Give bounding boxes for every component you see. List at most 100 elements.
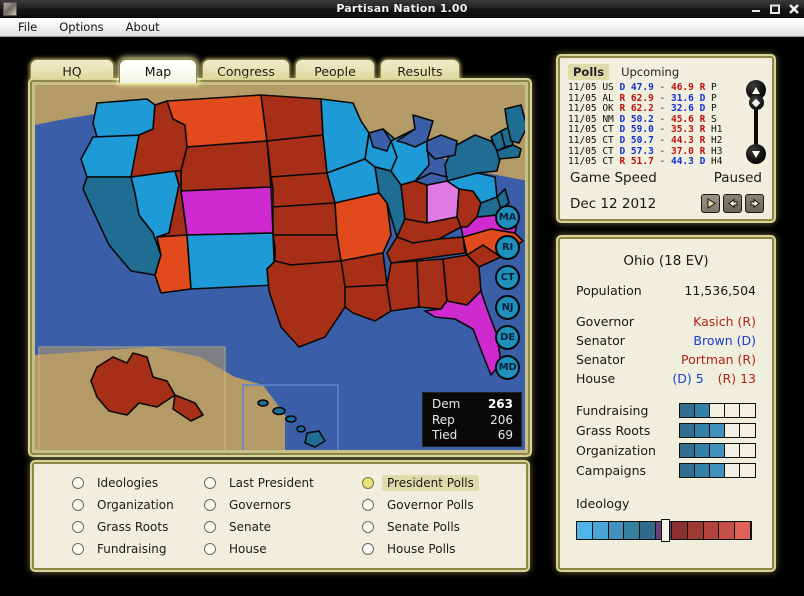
ideology-cell — [640, 522, 657, 539]
radio-icon — [72, 521, 84, 533]
option-label: Organization — [97, 498, 174, 512]
app-window: Partisan Nation 1.00 File Options About … — [0, 0, 804, 596]
close-icon[interactable] — [788, 3, 800, 15]
house-dem-value: (D) 5 — [672, 371, 704, 386]
meter-cell — [680, 403, 695, 417]
option-house-polls[interactable]: House Polls — [362, 539, 516, 560]
ideology-cell — [624, 522, 641, 539]
option-fundraising[interactable]: Fundraising — [72, 539, 204, 560]
meter-cell — [725, 403, 740, 417]
option-label: Grass Roots — [97, 520, 169, 534]
option-governors[interactable]: Governors — [204, 495, 362, 516]
option-grass-roots[interactable]: Grass Roots — [72, 517, 204, 538]
meter-bar — [679, 462, 756, 478]
option-senate[interactable]: Senate — [204, 517, 362, 538]
menu-options[interactable]: Options — [48, 18, 114, 36]
meter-bar — [679, 402, 756, 418]
ideology-cell — [592, 522, 609, 539]
option-senate-polls[interactable]: Senate Polls — [362, 517, 516, 538]
speed-down-icon[interactable] — [723, 194, 742, 213]
meter-cell — [695, 443, 710, 457]
window-title: Partisan Nation 1.00 — [336, 2, 468, 15]
meter-cell — [695, 463, 710, 477]
state-AZ — [154, 234, 192, 294]
state-circle-MA[interactable]: MA — [495, 205, 520, 230]
ideology-scale[interactable] — [576, 519, 752, 542]
tab-map[interactable]: Map — [119, 59, 197, 83]
scrollbar-thumb[interactable] — [748, 95, 764, 110]
polls-list[interactable]: 11/05 US D 47.9 - 46.9 R P 11/05 AL R 62.… — [568, 82, 734, 168]
meter-cell — [740, 403, 755, 417]
polls-tab-bar: Polls Upcoming — [568, 64, 764, 80]
ideology-cell — [671, 522, 688, 539]
house-values: (D) 5 (R) 13 — [672, 371, 756, 386]
senator-2-value: Portman (R) — [681, 352, 756, 367]
state-KS — [272, 202, 338, 236]
governor-label: Governor — [576, 314, 635, 329]
polls-tab-upcoming[interactable]: Upcoming — [616, 64, 684, 80]
ev-row-rep: Rep 206 — [432, 413, 513, 429]
scroll-down-icon[interactable] — [746, 144, 766, 164]
radio-icon — [204, 543, 216, 555]
ev-label-rep: Rep — [432, 412, 455, 427]
meter-row: Organization — [576, 440, 756, 460]
state-circle-RI[interactable]: RI — [495, 235, 520, 260]
ideology-label: Ideology — [576, 496, 630, 511]
menu-file[interactable]: File — [7, 18, 48, 36]
play-icon[interactable] — [701, 194, 720, 213]
meter-cell — [725, 423, 740, 437]
senator-1-label: Senator — [576, 333, 625, 348]
minimize-icon[interactable] — [750, 3, 762, 15]
meter-row: Grass Roots — [576, 420, 756, 440]
speed-up-icon[interactable] — [745, 194, 764, 213]
polls-scrollbar[interactable] — [746, 80, 766, 164]
option-president-polls[interactable]: President Polls — [362, 473, 516, 494]
option-label: Last President — [229, 476, 314, 490]
radio-icon — [72, 477, 84, 489]
state-WY — [180, 140, 272, 192]
meter-label: Organization — [576, 442, 656, 458]
option-label: Governor Polls — [387, 498, 474, 512]
senator-2-label: Senator — [576, 352, 625, 367]
senator-2-row: Senator Portman (R) — [576, 352, 756, 367]
options-columns: Ideologies Organization Grass Roots Fund… — [44, 472, 516, 560]
option-governor-polls[interactable]: Governor Polls — [362, 495, 516, 516]
meter-cell — [725, 443, 740, 457]
window-controls — [750, 2, 800, 16]
menu-bar: File Options About — [0, 18, 804, 37]
ideology-marker — [660, 519, 670, 542]
state-IN — [400, 180, 428, 224]
options-column-3: President Polls Governor Polls Senate Po… — [362, 472, 516, 560]
map-panel: MA RI CT NJ DE MD Dem 263 Rep 206 Tied 6… — [30, 80, 530, 455]
maximize-icon[interactable] — [769, 3, 781, 15]
state-meters: Fundraising Grass Roots Organization Campai… — [576, 400, 756, 480]
ev-value-rep: 206 — [490, 412, 513, 427]
state-circle-CT[interactable]: CT — [495, 265, 520, 290]
option-organization[interactable]: Organization — [72, 495, 204, 516]
state-circle-DE[interactable]: DE — [495, 325, 520, 350]
state-MS — [386, 260, 420, 312]
poll-row[interactable]: 11/05 CT R 51.7 - 44.3 D H4 — [568, 156, 734, 168]
senator-1-value: Brown (D) — [693, 333, 756, 348]
us-map[interactable]: MA RI CT NJ DE MD Dem 263 Rep 206 Tied 6… — [35, 85, 525, 450]
menu-about[interactable]: About — [115, 18, 171, 36]
state-circle-NJ[interactable]: NJ — [495, 295, 520, 320]
option-label: Ideologies — [97, 476, 159, 490]
state-ND — [260, 94, 324, 142]
option-ideologies[interactable]: Ideologies — [72, 473, 204, 494]
options-column-1: Ideologies Organization Grass Roots Fund… — [44, 472, 204, 560]
option-last-president[interactable]: Last President — [204, 473, 362, 494]
option-house[interactable]: House — [204, 539, 362, 560]
polls-tab-polls[interactable]: Polls — [568, 64, 610, 80]
population-label: Population — [576, 283, 642, 298]
ev-row-tied: Tied 69 — [432, 428, 513, 444]
meter-row: Fundraising — [576, 400, 756, 420]
state-title: Ohio (18 EV) — [623, 253, 709, 269]
options-column-2: Last President Governors Senate House — [204, 472, 362, 560]
title-bar: Partisan Nation 1.00 — [0, 0, 804, 18]
state-circle-MD[interactable]: MD — [495, 355, 520, 380]
ideology-cell — [735, 522, 751, 539]
ev-label-dem: Dem — [432, 397, 461, 411]
radio-icon — [72, 543, 84, 555]
state-NE — [270, 172, 336, 208]
